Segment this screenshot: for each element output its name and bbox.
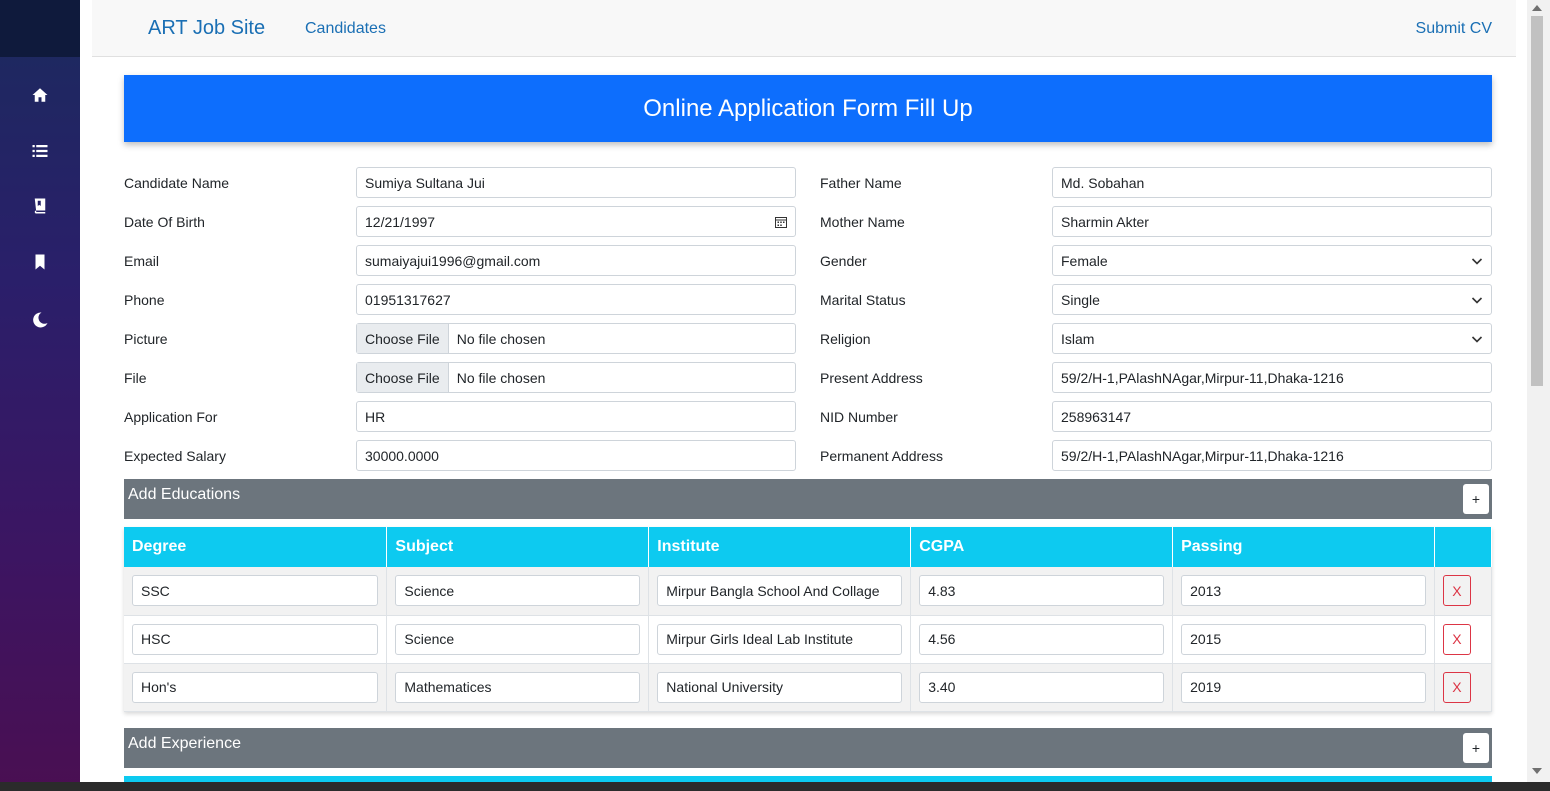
table-row: Hon's Mathematices National University 3… (124, 663, 1493, 712)
father-name-input[interactable]: Md. Sobahan (1052, 167, 1492, 198)
delete-row-button[interactable]: X (1442, 671, 1471, 703)
sidebar-header (0, 0, 80, 57)
table-header-row: Degree Subject Institute CGPA Passing (124, 527, 1493, 567)
subject-input[interactable]: Mathematices (395, 671, 641, 703)
page-title: Online Application Form Fill Up (643, 94, 973, 122)
choose-file-button[interactable]: Choose File (357, 363, 449, 392)
sidebar (0, 0, 80, 791)
delete-row-button[interactable]: X (1442, 623, 1471, 655)
candidate-name-input[interactable]: Sumiya Sultana Jui (356, 167, 796, 198)
marital-status-select[interactable]: Single (1052, 284, 1492, 315)
permanent-address-input[interactable]: 59/2/H-1,PAlashNAgar,Mirpur-11,Dhaka-121… (1052, 440, 1492, 471)
brand-link[interactable]: ART Job Site (148, 17, 265, 40)
application-for-label: Application For (124, 409, 218, 425)
page-scrollbar[interactable] (1527, 0, 1550, 782)
form-title-banner: Online Application Form Fill Up (124, 75, 1492, 142)
degree-input[interactable]: Hon's (132, 671, 379, 703)
cgpa-input[interactable]: 4.83 (919, 575, 1165, 607)
present-address-label: Present Address (820, 370, 923, 386)
add-experience-button[interactable]: + (1463, 733, 1489, 763)
nid-number-input[interactable]: 258963147 (1052, 401, 1492, 432)
column-header-degree: Degree (124, 527, 388, 567)
scroll-down-arrow-icon[interactable] (1532, 768, 1542, 774)
nid-number-label: NID Number (820, 409, 898, 425)
permanent-address-label: Permanent Address (820, 448, 943, 464)
choose-picture-button[interactable]: Choose File (357, 324, 449, 353)
subject-input[interactable]: Science (395, 575, 641, 607)
book-icon[interactable] (28, 194, 52, 218)
table-row: SSC Science Mirpur Bangla School And Col… (124, 567, 1493, 616)
file-status: No file chosen (456, 369, 546, 386)
table-row: HSC Science Mirpur Girls Ideal Lab Insti… (124, 615, 1493, 664)
mother-name-label: Mother Name (820, 214, 905, 230)
chevron-down-icon (1471, 255, 1483, 267)
passing-input[interactable]: 2015 (1181, 623, 1426, 655)
file-input[interactable]: Choose File No file chosen (356, 362, 796, 393)
institute-input[interactable]: Mirpur Bangla School And Collage (657, 575, 903, 607)
subject-input[interactable]: Science (395, 623, 641, 655)
window-bottom-edge (0, 782, 1550, 791)
nav-candidates-link[interactable]: Candidates (305, 20, 386, 38)
phone-label: Phone (124, 292, 165, 308)
cgpa-input[interactable]: 4.56 (919, 623, 1165, 655)
mother-name-input[interactable]: Sharmin Akter (1052, 206, 1492, 237)
marital-status-label: Marital Status (820, 292, 906, 308)
chevron-down-icon (1471, 333, 1483, 345)
add-education-button[interactable]: + (1463, 484, 1489, 514)
nav-submit-cv-link[interactable]: Submit CV (1416, 20, 1492, 38)
experience-title: Add Experience (128, 735, 241, 752)
moon-icon[interactable] (28, 308, 52, 332)
expected-salary-label: Expected Salary (124, 448, 226, 464)
date-of-birth-label: Date Of Birth (124, 214, 205, 230)
cgpa-input[interactable]: 3.40 (919, 671, 1165, 703)
picture-file-input[interactable]: Choose File No file chosen (356, 323, 796, 354)
gender-select[interactable]: Female (1052, 245, 1492, 276)
educations-section-header: Add Educations + (124, 479, 1492, 519)
institute-input[interactable]: National University (657, 671, 903, 703)
bookmark-icon[interactable] (28, 250, 52, 274)
passing-input[interactable]: 2019 (1181, 671, 1426, 703)
educations-title: Add Educations (128, 486, 241, 503)
application-for-input[interactable]: HR (356, 401, 796, 432)
passing-input[interactable]: 2013 (1181, 575, 1426, 607)
father-name-label: Father Name (820, 175, 902, 191)
scroll-up-arrow-icon[interactable] (1532, 5, 1542, 11)
column-header-subject: Subject (386, 527, 650, 567)
degree-input[interactable]: HSC (132, 623, 379, 655)
religion-label: Religion (820, 331, 871, 347)
column-header-institute: Institute (648, 527, 912, 567)
column-header-cgpa: CGPA (910, 527, 1174, 567)
calendar-icon[interactable] (775, 216, 787, 228)
gender-label: Gender (820, 253, 867, 269)
home-icon[interactable] (28, 83, 52, 107)
column-header-actions (1434, 527, 1493, 567)
scroll-thumb[interactable] (1531, 16, 1543, 386)
present-address-input[interactable]: 59/2/H-1,PAlashNAgar,Mirpur-11,Dhaka-121… (1052, 362, 1492, 393)
experience-section-header: Add Experience + (124, 728, 1492, 768)
delete-row-button[interactable]: X (1442, 575, 1471, 607)
picture-label: Picture (124, 331, 168, 347)
institute-input[interactable]: Mirpur Girls Ideal Lab Institute (657, 623, 903, 655)
phone-input[interactable]: 01951317627 (356, 284, 796, 315)
degree-input[interactable]: SSC (132, 575, 379, 607)
religion-select[interactable]: Islam (1052, 323, 1492, 354)
expected-salary-input[interactable]: 30000.0000 (356, 440, 796, 471)
top-navbar: ART Job Site Candidates Submit CV (92, 0, 1516, 57)
list-icon[interactable] (28, 139, 52, 163)
email-input[interactable]: sumaiyajui1996@gmail.com (356, 245, 796, 276)
date-of-birth-input[interactable]: 12/21/1997 (356, 206, 796, 237)
email-label: Email (124, 253, 160, 269)
educations-table: Degree Subject Institute CGPA Passing SS… (124, 527, 1493, 712)
picture-file-status: No file chosen (456, 330, 546, 347)
chevron-down-icon (1471, 294, 1483, 306)
column-header-passing: Passing (1172, 527, 1435, 567)
candidate-name-label: Candidate Name (124, 175, 230, 191)
file-label: File (124, 370, 147, 386)
